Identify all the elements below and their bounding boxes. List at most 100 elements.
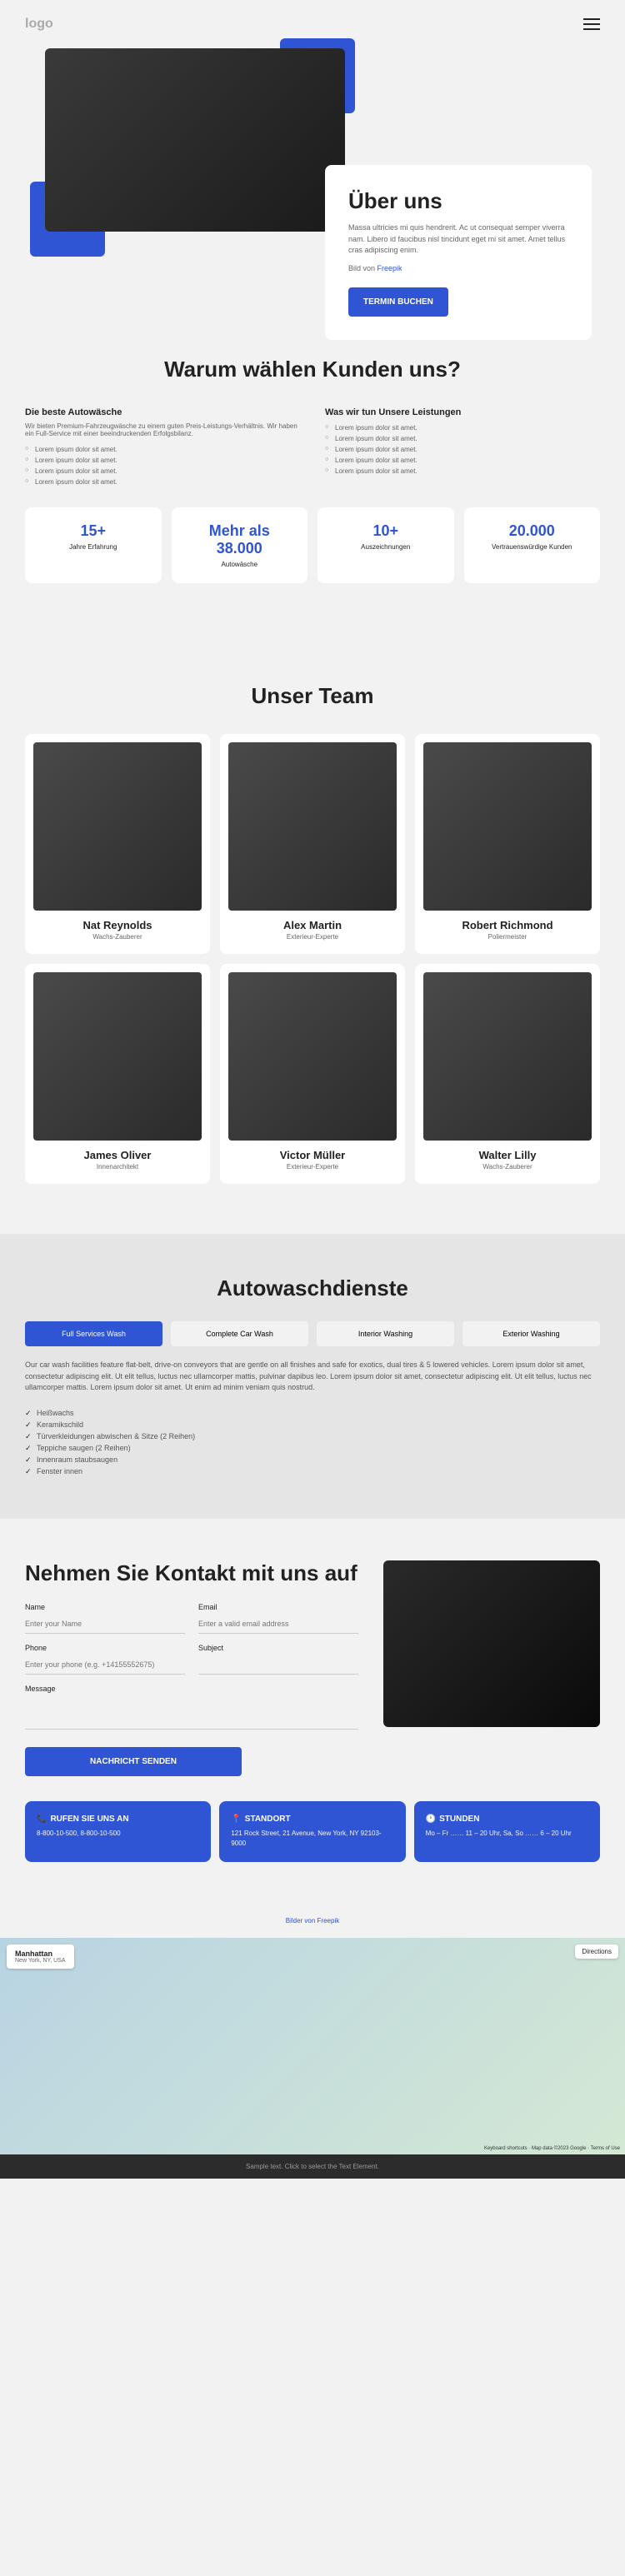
- why-col1-title: Die beste Autowäsche: [25, 407, 300, 417]
- name-field[interactable]: [25, 1615, 185, 1634]
- stat-label: Autowäsche: [187, 561, 293, 568]
- team-name: Victor Müller: [228, 1149, 397, 1161]
- team-role: Exterieur-Experte: [228, 933, 397, 941]
- stat-card: Mehr als 38.000 Autowäsche: [172, 507, 308, 583]
- team-role: Wachs-Zauberer: [33, 933, 202, 941]
- team-role: Poliermeister: [423, 933, 592, 941]
- team-photo: [228, 972, 397, 1141]
- stat-card: 20.000 Vertrauenswürdige Kunden: [464, 507, 601, 583]
- info-card-text: Mo – Fr …… 11 – 20 Uhr, Sa, So …… 6 – 20…: [426, 1829, 588, 1839]
- service-item: Keramikschild: [25, 1419, 600, 1430]
- team-photo: [33, 742, 202, 911]
- stat-number: Mehr als 38.000: [187, 522, 293, 557]
- team-name: Walter Lilly: [423, 1149, 592, 1161]
- subject-field[interactable]: [198, 1655, 358, 1675]
- team-card: Alex Martin Exterieur-Experte: [220, 734, 405, 954]
- footer-text: Sample text. Click to select the Text El…: [0, 2154, 625, 2179]
- info-card-text: 121 Rock Street, 21 Avenue, New York, NY…: [231, 1829, 393, 1849]
- info-card: 📍 STANDORT 121 Rock Street, 21 Avenue, Ne…: [219, 1801, 405, 1862]
- message-field[interactable]: [25, 1696, 358, 1730]
- stat-number: 10+: [332, 522, 439, 540]
- team-name: James Oliver: [33, 1149, 202, 1161]
- why-col1-text: Wir bieten Premium-Fahrzeugwäsche zu ein…: [25, 422, 300, 437]
- stat-card: 15+ Jahre Erfahrung: [25, 507, 162, 583]
- phone-label: Phone: [25, 1644, 185, 1652]
- team-photo: [33, 972, 202, 1141]
- team-card: Robert Richmond Poliermeister: [415, 734, 600, 954]
- team-role: Wachs-Zauberer: [423, 1163, 592, 1171]
- team-card: James Oliver Innenarchitekt: [25, 964, 210, 1184]
- message-label: Message: [25, 1685, 358, 1693]
- service-item: Heißwachs: [25, 1407, 600, 1419]
- hero-desc: Massa ultricies mi quis hendrerit. Ac ut…: [348, 222, 568, 257]
- stat-label: Auszeichnungen: [332, 543, 439, 551]
- name-label: Name: [25, 1603, 185, 1611]
- stat-label: Vertrauenswürdige Kunden: [479, 543, 586, 551]
- team-name: Nat Reynolds: [33, 919, 202, 931]
- map[interactable]: Manhattan New York, NY, USA Directions K…: [0, 1938, 625, 2154]
- tab-exterior-washing[interactable]: Exterior Washing: [462, 1321, 600, 1346]
- info-icon: 🕐: [426, 1815, 436, 1824]
- directions-button[interactable]: Directions: [575, 1944, 618, 1959]
- service-item: Innenraum staubsaugen: [25, 1454, 600, 1465]
- services-heading: Autowaschdienste: [25, 1276, 600, 1301]
- tab-interior-washing[interactable]: Interior Washing: [317, 1321, 454, 1346]
- service-item: Türverkleidungen abwischen & Sitze (2 Re…: [25, 1430, 600, 1442]
- team-role: Exterieur-Experte: [228, 1163, 397, 1171]
- hero-image: [45, 48, 345, 232]
- stat-number: 15+: [40, 522, 147, 540]
- menu-icon[interactable]: [583, 23, 600, 25]
- stat-label: Jahre Erfahrung: [40, 543, 147, 551]
- map-attribution: Keyboard shortcuts · Map data ©2023 Goog…: [484, 2146, 620, 2151]
- subject-label: Subject: [198, 1644, 358, 1652]
- team-card: Walter Lilly Wachs-Zauberer: [415, 964, 600, 1184]
- tab-complete-car-wash[interactable]: Complete Car Wash: [171, 1321, 308, 1346]
- info-card-text: 8-800-10-500, 8-800-10-500: [37, 1829, 199, 1839]
- service-item: Teppiche saugen (2 Reihen): [25, 1442, 600, 1454]
- info-card-title: 📍 STANDORT: [231, 1815, 393, 1824]
- why-heading: Warum wählen Kunden uns?: [25, 357, 600, 382]
- cta-button[interactable]: TERMIN BUCHEN: [348, 287, 448, 317]
- email-field[interactable]: [198, 1615, 358, 1634]
- team-card: Nat Reynolds Wachs-Zauberer: [25, 734, 210, 954]
- list-item: Lorem ipsum dolor sit amet.: [325, 433, 600, 444]
- stat-card: 10+ Auszeichnungen: [318, 507, 454, 583]
- footer-attribution: Bilder von Freepik: [0, 1904, 625, 1938]
- list-item: Lorem ipsum dolor sit amet.: [25, 444, 300, 455]
- team-photo: [228, 742, 397, 911]
- stat-number: 20.000: [479, 522, 586, 540]
- service-item: Fenster innen: [25, 1465, 600, 1477]
- team-name: Robert Richmond: [423, 919, 592, 931]
- list-item: Lorem ipsum dolor sit amet.: [325, 422, 600, 433]
- contact-image: [383, 1560, 600, 1727]
- phone-field[interactable]: [25, 1655, 185, 1675]
- team-role: Innenarchitekt: [33, 1163, 202, 1171]
- team-photo: [423, 742, 592, 911]
- image-attribution: Bild von Freepik: [348, 263, 568, 275]
- info-card-title: 📞 RUFEN SIE UNS AN: [37, 1815, 199, 1824]
- team-card: Victor Müller Exterieur-Experte: [220, 964, 405, 1184]
- tab-full-services-wash[interactable]: Full Services Wash: [25, 1321, 162, 1346]
- list-item: Lorem ipsum dolor sit amet.: [325, 466, 600, 477]
- info-card-title: 🕐 STUNDEN: [426, 1815, 588, 1824]
- info-icon: 📞: [37, 1815, 47, 1824]
- team-name: Alex Martin: [228, 919, 397, 931]
- list-item: Lorem ipsum dolor sit amet.: [325, 455, 600, 466]
- team-heading: Unser Team: [25, 683, 600, 709]
- logo: logo: [25, 17, 53, 32]
- list-item: Lorem ipsum dolor sit amet.: [25, 477, 300, 487]
- submit-button[interactable]: NACHRICHT SENDEN: [25, 1747, 242, 1776]
- hero-card: Über uns Massa ultricies mi quis hendrer…: [325, 165, 592, 340]
- map-location-card: Manhattan New York, NY, USA: [7, 1944, 74, 1969]
- contact-heading: Nehmen Sie Kontakt mit uns auf: [25, 1560, 358, 1586]
- team-photo: [423, 972, 592, 1141]
- info-card: 🕐 STUNDEN Mo – Fr …… 11 – 20 Uhr, Sa, So …: [414, 1801, 600, 1862]
- email-label: Email: [198, 1603, 358, 1611]
- info-card: 📞 RUFEN SIE UNS AN 8-800-10-500, 8-800-10…: [25, 1801, 211, 1862]
- why-col2-title: Was wir tun Unsere Leistungen: [325, 407, 600, 417]
- info-icon: 📍: [231, 1815, 241, 1824]
- page-title: Über uns: [348, 188, 568, 214]
- list-item: Lorem ipsum dolor sit amet.: [25, 455, 300, 466]
- list-item: Lorem ipsum dolor sit amet.: [325, 444, 600, 455]
- services-desc: Our car wash facilities feature flat-bel…: [25, 1360, 600, 1394]
